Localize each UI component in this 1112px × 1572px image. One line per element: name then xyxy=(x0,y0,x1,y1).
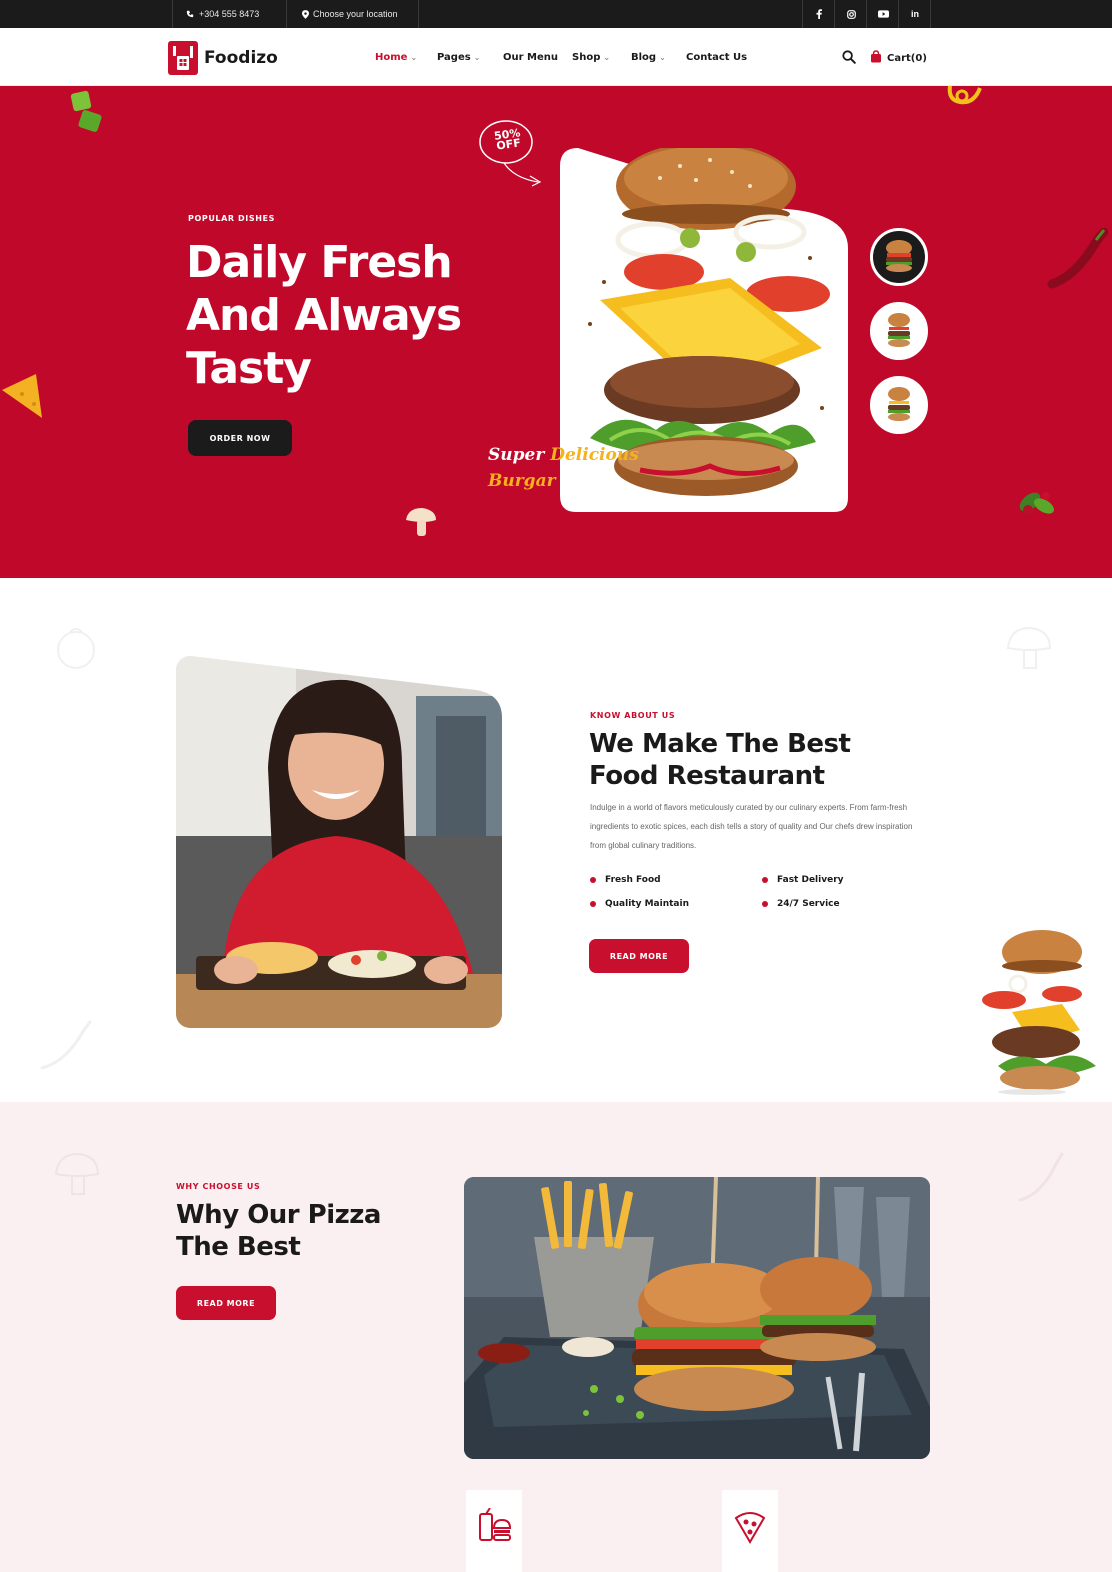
feature-label: Fast Delivery xyxy=(777,875,844,885)
cart-button[interactable]: Cart(0) xyxy=(870,50,927,66)
script-word: Delicious xyxy=(550,445,639,465)
pepper-ring-icon xyxy=(947,86,982,105)
hero-thumb-3[interactable] xyxy=(870,376,928,434)
chili-outline-icon xyxy=(40,1020,92,1070)
herb-leaf-icon xyxy=(1019,492,1054,515)
hero-thumb-2[interactable] xyxy=(870,302,928,360)
hero-title-line: And Always xyxy=(186,290,462,341)
divider xyxy=(930,0,931,28)
nav-item-home[interactable]: Home ⌄ xyxy=(375,52,417,63)
location-label: Choose your location xyxy=(313,9,398,19)
phone-icon xyxy=(186,10,194,18)
bullet-dot-icon xyxy=(762,901,768,907)
about-eyebrow: KNOW ABOUT US xyxy=(590,711,676,720)
nav-item-contact-us[interactable]: Contact Us xyxy=(686,52,747,63)
bullet-dot-icon xyxy=(590,877,596,883)
logo-icon xyxy=(168,41,198,75)
why-title: Why Our Pizza The Best xyxy=(176,1199,456,1263)
nav-label: Blog xyxy=(631,52,657,63)
facebook-icon[interactable] xyxy=(803,0,835,28)
shopping-bag-icon xyxy=(870,50,882,66)
feature-item: Fresh Food xyxy=(590,875,661,885)
feature-item: 24/7 Service xyxy=(762,899,840,909)
why-eyebrow: WHY CHOOSE US xyxy=(176,1182,261,1191)
phone-contact[interactable]: +304 555 8473 xyxy=(186,0,259,28)
nav-label: Pages xyxy=(437,52,471,63)
divider xyxy=(418,0,419,28)
about-title-line: Food Restaurant xyxy=(589,761,825,791)
why-title-line: Why Our Pizza xyxy=(176,1200,381,1230)
hero-title-line: Daily Fresh xyxy=(186,237,453,288)
nacho-chip-icon xyxy=(2,374,42,418)
divider xyxy=(286,0,287,28)
nav-label: Contact Us xyxy=(686,52,748,63)
hero-eyebrow: POPULAR DISHES xyxy=(188,214,275,223)
linkedin-icon[interactable]: in xyxy=(899,0,931,28)
about-photo xyxy=(176,656,502,1028)
service-card xyxy=(466,1490,522,1572)
service-card xyxy=(722,1490,778,1572)
nav-label: Shop xyxy=(572,52,601,63)
nav-item-blog[interactable]: Blog ⌄ xyxy=(631,52,666,63)
mushroom-icon xyxy=(406,508,436,536)
about-description: Indulge in a world of flavors meticulous… xyxy=(590,803,913,850)
site-header: Foodizo Home ⌄ Pages ⌄ Our Menu Shop ⌄ B… xyxy=(0,28,1112,86)
chevron-down-icon: ⌄ xyxy=(473,53,481,62)
script-word: Super xyxy=(488,445,551,465)
hero-section: 50% OFF POPULAR DISHES Daily Fresh And A… xyxy=(0,86,1112,578)
chevron-down-icon: ⌄ xyxy=(410,53,418,62)
top-bar: +304 555 8473 Choose your location in xyxy=(0,0,1112,28)
order-now-button[interactable]: ORDER NOW xyxy=(188,420,292,456)
super-delicious-script: Super Delicious Burgar xyxy=(488,442,639,494)
feature-label: Quality Maintain xyxy=(605,899,689,909)
nav-item-our-menu[interactable]: Our Menu xyxy=(503,52,558,63)
chevron-down-icon: ⌄ xyxy=(603,53,611,62)
floating-burger-image xyxy=(982,930,1096,1095)
instagram-icon[interactable] xyxy=(835,0,867,28)
location-pin-icon xyxy=(302,9,309,19)
feature-item: Fast Delivery xyxy=(762,875,844,885)
feature-label: 24/7 Service xyxy=(777,899,840,909)
cart-label: Cart(0) xyxy=(887,52,927,64)
chili-outline-icon xyxy=(1018,1152,1064,1202)
divider xyxy=(172,0,173,28)
logo[interactable]: Foodizo xyxy=(168,41,278,75)
logo-text: Foodizo xyxy=(204,48,278,68)
feature-item: Quality Maintain xyxy=(590,899,689,909)
feature-label: Fresh Food xyxy=(605,875,661,885)
why-burger-photo xyxy=(464,1177,930,1459)
phone-number: +304 555 8473 xyxy=(199,9,260,19)
search-icon[interactable] xyxy=(842,50,856,69)
burger-thumb-icon xyxy=(888,313,910,347)
nav-item-shop[interactable]: Shop ⌄ xyxy=(572,52,610,63)
pizza-slice-icon xyxy=(734,1512,766,1544)
hero-title-line: Tasty xyxy=(186,343,312,394)
mushroom-outline-icon xyxy=(54,1152,100,1195)
chili-pepper-icon xyxy=(1047,228,1108,289)
location-selector[interactable]: Choose your location xyxy=(302,0,398,28)
why-read-more-button[interactable]: READ MORE xyxy=(176,1286,276,1320)
burger-drink-icon xyxy=(479,1508,512,1541)
hero-title: Daily Fresh And Always Tasty xyxy=(186,236,526,395)
green-pepper-icon xyxy=(70,90,102,132)
tomato-outline-icon xyxy=(57,628,95,669)
burger-thumb-icon xyxy=(888,387,910,421)
bullet-dot-icon xyxy=(762,877,768,883)
chevron-down-icon: ⌄ xyxy=(659,53,666,62)
why-title-line: The Best xyxy=(176,1232,301,1262)
nav-item-pages[interactable]: Pages ⌄ xyxy=(437,52,480,63)
youtube-icon[interactable] xyxy=(867,0,899,28)
hero-thumb-1[interactable] xyxy=(870,228,928,286)
mushroom-outline-icon xyxy=(1006,626,1052,669)
about-title: We Make The Best Food Restaurant xyxy=(589,728,929,792)
script-word: Burgar xyxy=(488,471,556,491)
nav-label: Home xyxy=(375,52,408,63)
bullet-dot-icon xyxy=(590,901,596,907)
about-title-line: We Make The Best xyxy=(589,729,851,759)
about-read-more-button[interactable]: READ MORE xyxy=(589,939,689,973)
nav-label: Our Menu xyxy=(503,52,559,63)
burger-thumb-icon xyxy=(886,240,912,272)
